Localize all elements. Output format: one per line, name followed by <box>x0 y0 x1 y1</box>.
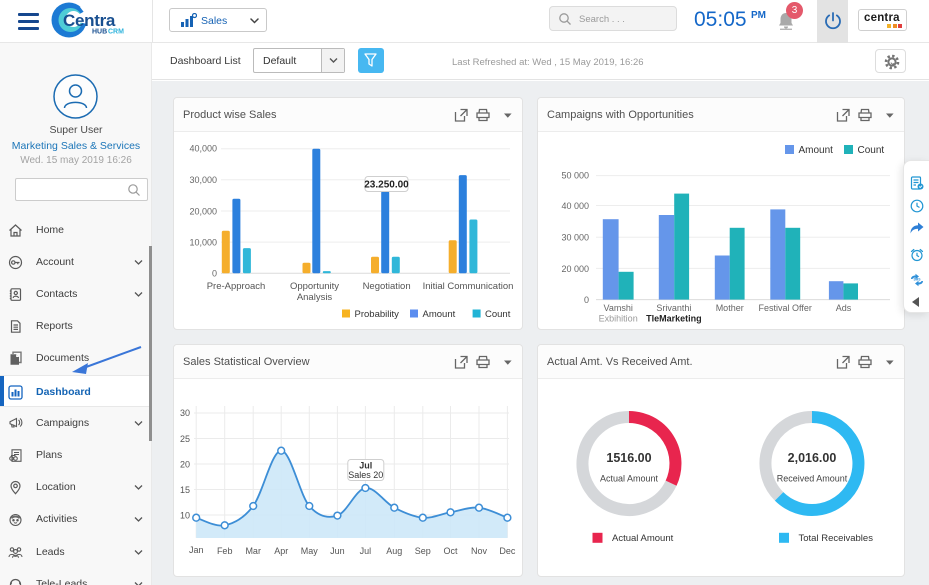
svg-text:Pre-Approach: Pre-Approach <box>207 281 266 292</box>
svg-text:40,000: 40,000 <box>189 144 217 154</box>
svg-text:0: 0 <box>212 269 217 279</box>
svg-text:1516.00: 1516.00 <box>606 451 651 465</box>
svg-text:20,000: 20,000 <box>189 206 217 216</box>
svg-text:Opportunity: Opportunity <box>290 281 339 292</box>
svg-text:30,000: 30,000 <box>189 175 217 185</box>
svg-text:Count: Count <box>858 145 885 156</box>
svg-text:Jun: Jun <box>330 546 345 556</box>
svg-text:10,000: 10,000 <box>189 237 217 247</box>
svg-text:Initial Communication: Initial Communication <box>423 281 514 292</box>
svg-text:Jan: Jan <box>189 545 204 555</box>
svg-text:SMS: SMS <box>914 278 921 282</box>
svg-text:Negotiation: Negotiation <box>363 281 411 292</box>
svg-text:Sep: Sep <box>415 546 431 556</box>
svg-text:2,016.00: 2,016.00 <box>788 451 837 465</box>
svg-text:Dec: Dec <box>499 546 516 556</box>
svg-text:Amount: Amount <box>423 309 456 320</box>
svg-text:Festival Offer: Festival Offer <box>759 303 812 313</box>
svg-text:Apr: Apr <box>274 546 288 556</box>
svg-text:Exbihition: Exbihition <box>599 314 638 324</box>
svg-text:Total Receivables: Total Receivables <box>799 533 874 544</box>
svg-text:0: 0 <box>584 295 589 305</box>
svg-text:Nov: Nov <box>471 546 488 556</box>
svg-text:TleMarketing: TleMarketing <box>646 314 702 324</box>
svg-text:10: 10 <box>180 510 190 520</box>
svg-text:20: 20 <box>180 459 190 469</box>
svg-text:50 000: 50 000 <box>561 171 589 181</box>
svg-text:Aug: Aug <box>386 546 402 556</box>
svg-text:25: 25 <box>180 434 190 444</box>
svg-text:15: 15 <box>180 485 190 495</box>
svg-text:Probability: Probability <box>355 309 400 320</box>
svg-text:Analysis: Analysis <box>297 292 333 303</box>
svg-text:Mar: Mar <box>245 546 261 556</box>
svg-text:Vamshi: Vamshi <box>604 303 633 313</box>
svg-text:Jul: Jul <box>360 546 372 556</box>
svg-text:Mother: Mother <box>716 303 744 313</box>
svg-text:20 000: 20 000 <box>561 264 589 274</box>
svg-text:23.250.00: 23.250.00 <box>364 180 409 191</box>
svg-text:Srivanthi: Srivanthi <box>656 303 691 313</box>
svg-text:Centra: Centra <box>63 11 116 30</box>
svg-text:HUB: HUB <box>92 29 107 36</box>
svg-text:May: May <box>301 546 319 556</box>
svg-text:Actual Amount: Actual Amount <box>600 474 659 484</box>
svg-text:Count: Count <box>485 309 511 320</box>
svg-text:Feb: Feb <box>217 546 233 556</box>
svg-text:Actual Amount: Actual Amount <box>612 533 674 544</box>
svg-text:Ads: Ads <box>836 303 852 313</box>
svg-text:Oct: Oct <box>443 546 458 556</box>
svg-text:30 000: 30 000 <box>561 233 589 243</box>
svg-text:Received Amount: Received Amount <box>777 474 848 484</box>
svg-text:Sales 20: Sales 20 <box>348 470 383 480</box>
svg-text:CRM: CRM <box>108 29 124 36</box>
svg-text:40 000: 40 000 <box>561 201 589 211</box>
svg-text:30: 30 <box>180 408 190 418</box>
svg-text:Amount: Amount <box>799 145 834 156</box>
